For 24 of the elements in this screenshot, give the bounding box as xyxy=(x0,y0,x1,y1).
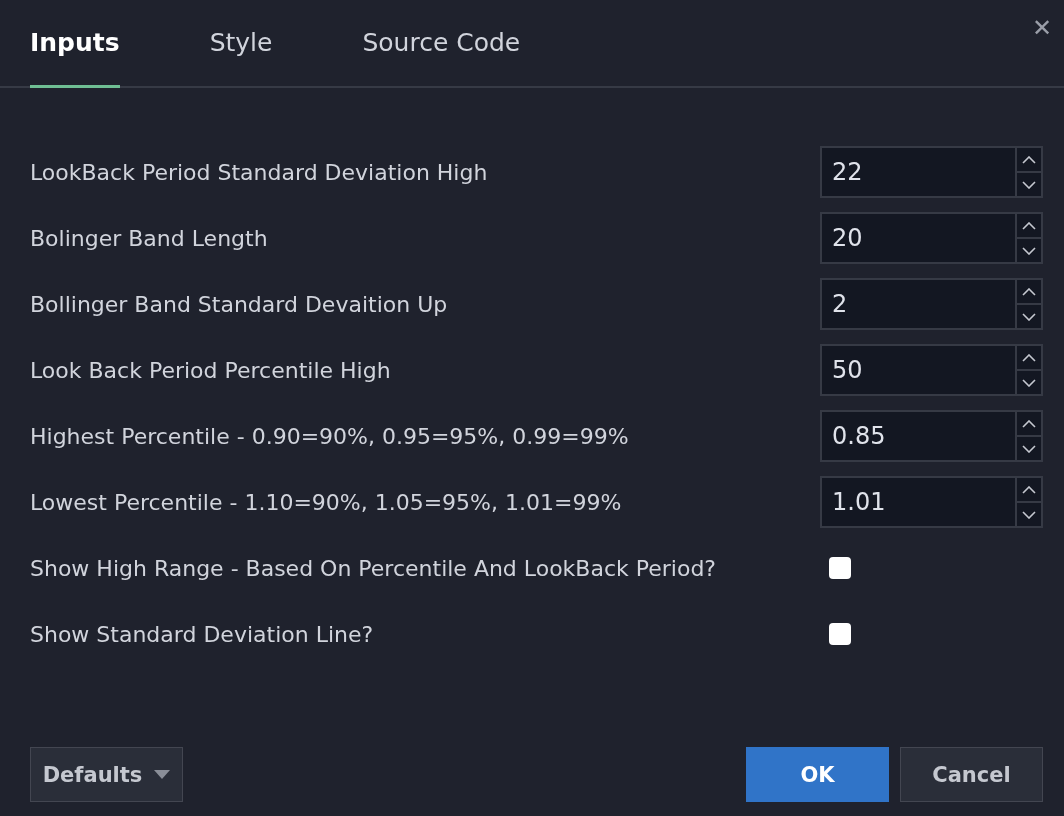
defaults-button[interactable]: Defaults xyxy=(30,747,183,802)
number-field[interactable]: 22 xyxy=(820,146,1015,198)
number-field[interactable]: 1.01 xyxy=(820,476,1015,528)
ok-button[interactable]: OK xyxy=(746,747,889,802)
tab[interactable]: Style xyxy=(209,0,273,88)
input-label: Show High Range - Based On Percentile And LookBack Period? xyxy=(30,555,718,581)
close-button[interactable]: ✕ xyxy=(1031,16,1052,40)
cancel-button[interactable]: Cancel xyxy=(900,747,1043,802)
number-field[interactable]: 2 xyxy=(820,278,1015,330)
number-field[interactable]: 0.85 xyxy=(820,410,1015,462)
checkbox[interactable] xyxy=(829,557,851,579)
number-field[interactable]: 50 xyxy=(820,344,1015,396)
tab[interactable]: Source Code xyxy=(362,0,521,88)
input-label: Lowest Percentile - 1.10=90%, 1.05=95%, 1.01=99% xyxy=(30,489,623,515)
input-label: Bollinger Band Standard Devaition Up xyxy=(30,291,449,317)
caret-icon xyxy=(154,770,171,779)
input-label: Look Back Period Percentile High xyxy=(30,357,392,383)
tab[interactable]: Inputs xyxy=(30,0,120,88)
input-label: Show Standard Deviation Line? xyxy=(30,621,375,647)
number-field[interactable]: 20 xyxy=(820,212,1015,264)
input-label: Bolinger Band Length xyxy=(30,225,269,251)
input-label: Highest Percentile - 0.90=90%, 0.95=95%, 0.99=99% xyxy=(30,423,630,449)
checkbox[interactable] xyxy=(829,623,851,645)
input-label: LookBack Period Standard Deviation High xyxy=(30,159,489,185)
